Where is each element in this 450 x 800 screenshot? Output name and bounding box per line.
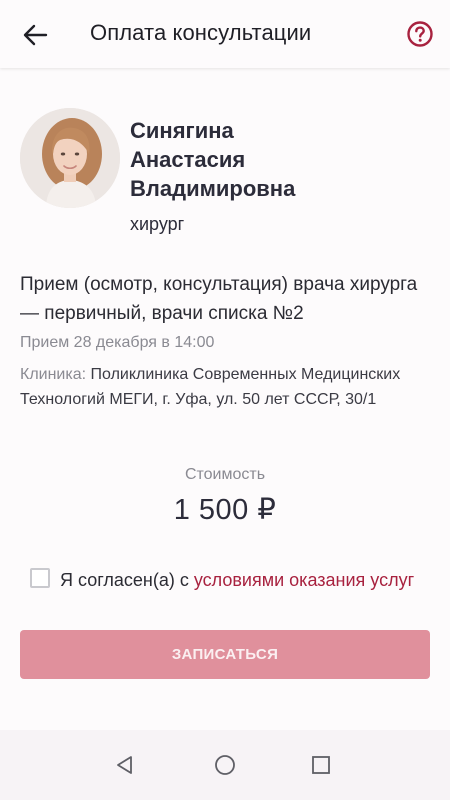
doctor-specialty: хирург: [130, 214, 185, 234]
terms-link[interactable]: условиями оказания услуг: [194, 570, 414, 590]
doctor-surname: Синягина: [130, 118, 234, 143]
nav-recents-button[interactable]: [304, 748, 338, 782]
doctor-name: Синягина Анастасия Владимировна: [130, 116, 430, 203]
circle-home-icon: [215, 755, 235, 775]
arrow-left-icon: [23, 24, 48, 46]
triangle-back-icon: [117, 756, 132, 774]
avatar: [20, 108, 120, 208]
appointment-date: Прием 28 декабря в 14:00: [20, 334, 215, 351]
square-recents-icon: [312, 756, 330, 774]
price-value: 1 500 ₽: [173, 494, 277, 526]
agreement-text: Я согласен(а) с условиями оказания услуг: [60, 566, 440, 595]
doctor-first-name: Анастасия: [130, 147, 246, 172]
price-label: Стоимость: [184, 466, 266, 483]
submit-button[interactable]: ЗАПИСАТЬСЯ: [20, 630, 430, 679]
nav-home-button[interactable]: [208, 748, 242, 782]
clinic-info: Клиника: Поликлиника Современных Медицин…: [20, 362, 438, 412]
agreement-label: Я согласен(а) с: [60, 570, 194, 590]
doctor-patronymic: Владимировна: [130, 176, 296, 201]
back-button[interactable]: [18, 18, 52, 52]
clinic-label: Клиника:: [20, 366, 87, 383]
agreement-checkbox[interactable]: [30, 568, 50, 588]
app-bar: Оплата консультации: [0, 0, 450, 68]
question-circle-icon: [407, 21, 433, 47]
doctor-card: Синягина Анастасия Владимировна хирург: [20, 108, 440, 243]
help-button[interactable]: [404, 18, 436, 50]
system-navigation-bar: [0, 730, 450, 800]
nav-back-button[interactable]: [108, 748, 142, 782]
page-title: Оплата консультации: [90, 20, 312, 45]
service-title: Прием (осмотр, консультация) врача хирур…: [20, 274, 418, 324]
